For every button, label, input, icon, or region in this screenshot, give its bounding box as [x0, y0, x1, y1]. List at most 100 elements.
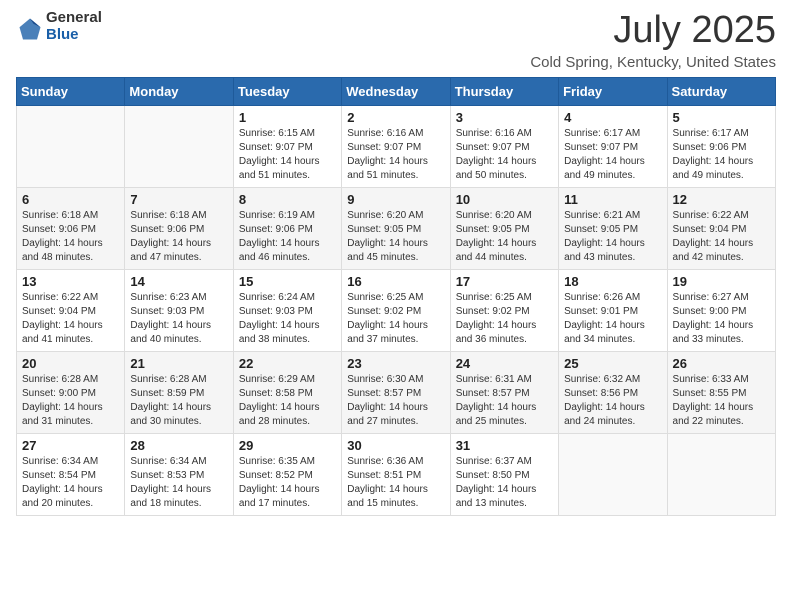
- calendar-body: 1Sunrise: 6:15 AMSunset: 9:07 PMDaylight…: [17, 105, 776, 515]
- day-cell: 25Sunrise: 6:32 AMSunset: 8:56 PMDayligh…: [559, 351, 667, 433]
- day-cell: 30 Sunrise: 6:36 AMSunset: 8:51 PMDayligh…: [342, 433, 450, 515]
- day-number: 5: [673, 110, 770, 125]
- day-cell: [559, 433, 667, 515]
- day-number: 28: [130, 438, 227, 453]
- day-number: 13: [22, 274, 119, 289]
- day-cell: [125, 105, 233, 187]
- day-info: Sunrise: 6:24 AMSunset: 9:03 PMDaylight:…: [239, 291, 336, 347]
- day-number: 24: [456, 356, 553, 371]
- day-cell: 13 Sunrise: 6:22 AMSunset: 9:04 PMDayligh…: [17, 269, 125, 351]
- header-cell-wednesday: Wednesday: [342, 77, 450, 105]
- day-info: Sunrise: 6:18 AMSunset: 9:06 PMDaylight:…: [130, 209, 227, 265]
- day-info: Sunrise: 6:26 AMSunset: 9:01 PMDaylight:…: [564, 291, 661, 347]
- logo-blue-text: Blue: [46, 27, 102, 44]
- day-cell: 2 Sunrise: 6:16 AMSunset: 9:07 PMDaylight…: [342, 105, 450, 187]
- day-number: 18: [564, 274, 661, 289]
- day-info: Sunrise: 6:19 AMSunset: 9:06 PMDaylight:…: [239, 209, 336, 265]
- day-info: Sunrise: 6:36 AMSunset: 8:51 PMDaylight:…: [347, 455, 444, 511]
- day-info: Sunrise: 6:34 AMSunset: 8:53 PMDaylight:…: [130, 455, 227, 511]
- main-title: July 2025: [530, 10, 776, 52]
- day-cell: 9Sunrise: 6:20 AMSunset: 9:05 PMDaylight…: [342, 187, 450, 269]
- header-cell-monday: Monday: [125, 77, 233, 105]
- day-info: Sunrise: 6:22 AMSunset: 9:04 PMDaylight:…: [673, 209, 770, 265]
- day-info: Sunrise: 6:33 AMSunset: 8:55 PMDaylight:…: [673, 373, 770, 429]
- header-cell-thursday: Thursday: [450, 77, 558, 105]
- day-info: Sunrise: 6:23 AMSunset: 9:03 PMDaylight:…: [130, 291, 227, 347]
- week-row-4: 20Sunrise: 6:28 AMSunset: 9:00 PMDayligh…: [17, 351, 776, 433]
- day-number: 4: [564, 110, 661, 125]
- day-cell: 17 Sunrise: 6:25 AMSunset: 9:02 PMDayligh…: [450, 269, 558, 351]
- day-number: 10: [456, 192, 553, 207]
- day-number: 17: [456, 274, 553, 289]
- day-info: Sunrise: 6:21 AMSunset: 9:05 PMDaylight:…: [564, 209, 661, 265]
- day-info: Sunrise: 6:35 AMSunset: 8:52 PMDaylight:…: [239, 455, 336, 511]
- day-cell: 10 Sunrise: 6:20 AMSunset: 9:05 PMDayligh…: [450, 187, 558, 269]
- logo: General Blue: [16, 10, 102, 43]
- day-cell: 20Sunrise: 6:28 AMSunset: 9:00 PMDayligh…: [17, 351, 125, 433]
- day-number: 12: [673, 192, 770, 207]
- day-number: 2: [347, 110, 444, 125]
- week-row-2: 6Sunrise: 6:18 AMSunset: 9:06 PMDaylight…: [17, 187, 776, 269]
- day-number: 31: [456, 438, 553, 453]
- day-info: Sunrise: 6:20 AMSunset: 9:05 PMDaylight:…: [456, 209, 553, 265]
- title-block: July 2025 Cold Spring, Kentucky, United …: [530, 10, 776, 71]
- day-info: Sunrise: 6:17 AMSunset: 9:06 PMDaylight:…: [673, 127, 770, 183]
- day-cell: 26 Sunrise: 6:33 AMSunset: 8:55 PMDayligh…: [667, 351, 775, 433]
- logo-text: General Blue: [46, 10, 102, 43]
- day-info: Sunrise: 6:34 AMSunset: 8:54 PMDaylight:…: [22, 455, 119, 511]
- day-cell: 23 Sunrise: 6:30 AMSunset: 8:57 PMDayligh…: [342, 351, 450, 433]
- header-cell-tuesday: Tuesday: [233, 77, 341, 105]
- day-number: 16: [347, 274, 444, 289]
- day-info: Sunrise: 6:31 AMSunset: 8:57 PMDaylight:…: [456, 373, 553, 429]
- day-number: 8: [239, 192, 336, 207]
- logo-general-text: General: [46, 10, 102, 27]
- header-row: SundayMondayTuesdayWednesdayThursdayFrid…: [17, 77, 776, 105]
- day-info: Sunrise: 6:37 AMSunset: 8:50 PMDaylight:…: [456, 455, 553, 511]
- day-number: 7: [130, 192, 227, 207]
- day-cell: 27 Sunrise: 6:34 AMSunset: 8:54 PMDayligh…: [17, 433, 125, 515]
- day-number: 22: [239, 356, 336, 371]
- logo-icon: [16, 15, 44, 43]
- day-cell: 28 Sunrise: 6:34 AMSunset: 8:53 PMDayligh…: [125, 433, 233, 515]
- header-cell-friday: Friday: [559, 77, 667, 105]
- day-info: Sunrise: 6:30 AMSunset: 8:57 PMDaylight:…: [347, 373, 444, 429]
- day-cell: 5 Sunrise: 6:17 AMSunset: 9:06 PMDaylight…: [667, 105, 775, 187]
- day-cell: [17, 105, 125, 187]
- day-number: 14: [130, 274, 227, 289]
- day-cell: 14 Sunrise: 6:23 AMSunset: 9:03 PMDayligh…: [125, 269, 233, 351]
- header: General Blue July 2025 Cold Spring, Kent…: [16, 10, 776, 71]
- day-number: 26: [673, 356, 770, 371]
- day-info: Sunrise: 6:17 AMSunset: 9:07 PMDaylight:…: [564, 127, 661, 183]
- day-cell: 24 Sunrise: 6:31 AMSunset: 8:57 PMDayligh…: [450, 351, 558, 433]
- day-number: 3: [456, 110, 553, 125]
- day-number: 20: [22, 356, 119, 371]
- header-cell-sunday: Sunday: [17, 77, 125, 105]
- day-info: Sunrise: 6:25 AMSunset: 9:02 PMDaylight:…: [456, 291, 553, 347]
- day-info: Sunrise: 6:16 AMSunset: 9:07 PMDaylight:…: [347, 127, 444, 183]
- day-cell: 31 Sunrise: 6:37 AMSunset: 8:50 PMDayligh…: [450, 433, 558, 515]
- day-number: 21: [130, 356, 227, 371]
- week-row-1: 1Sunrise: 6:15 AMSunset: 9:07 PMDaylight…: [17, 105, 776, 187]
- day-number: 27: [22, 438, 119, 453]
- day-number: 25: [564, 356, 661, 371]
- day-cell: 3 Sunrise: 6:16 AMSunset: 9:07 PMDaylight…: [450, 105, 558, 187]
- day-info: Sunrise: 6:22 AMSunset: 9:04 PMDaylight:…: [22, 291, 119, 347]
- day-cell: 29Sunrise: 6:35 AMSunset: 8:52 PMDayligh…: [233, 433, 341, 515]
- day-info: Sunrise: 6:16 AMSunset: 9:07 PMDaylight:…: [456, 127, 553, 183]
- day-cell: 19Sunrise: 6:27 AMSunset: 9:00 PMDayligh…: [667, 269, 775, 351]
- day-number: 19: [673, 274, 770, 289]
- day-number: 15: [239, 274, 336, 289]
- page: General Blue July 2025 Cold Spring, Kent…: [0, 0, 792, 612]
- day-cell: 18 Sunrise: 6:26 AMSunset: 9:01 PMDayligh…: [559, 269, 667, 351]
- day-number: 23: [347, 356, 444, 371]
- day-cell: 16Sunrise: 6:25 AMSunset: 9:02 PMDayligh…: [342, 269, 450, 351]
- day-info: Sunrise: 6:28 AMSunset: 8:59 PMDaylight:…: [130, 373, 227, 429]
- day-number: 30: [347, 438, 444, 453]
- day-cell: 21 Sunrise: 6:28 AMSunset: 8:59 PMDayligh…: [125, 351, 233, 433]
- day-cell: 8 Sunrise: 6:19 AMSunset: 9:06 PMDaylight…: [233, 187, 341, 269]
- day-info: Sunrise: 6:18 AMSunset: 9:06 PMDaylight:…: [22, 209, 119, 265]
- day-cell: 12 Sunrise: 6:22 AMSunset: 9:04 PMDayligh…: [667, 187, 775, 269]
- day-cell: 11 Sunrise: 6:21 AMSunset: 9:05 PMDayligh…: [559, 187, 667, 269]
- day-number: 11: [564, 192, 661, 207]
- day-number: 1: [239, 110, 336, 125]
